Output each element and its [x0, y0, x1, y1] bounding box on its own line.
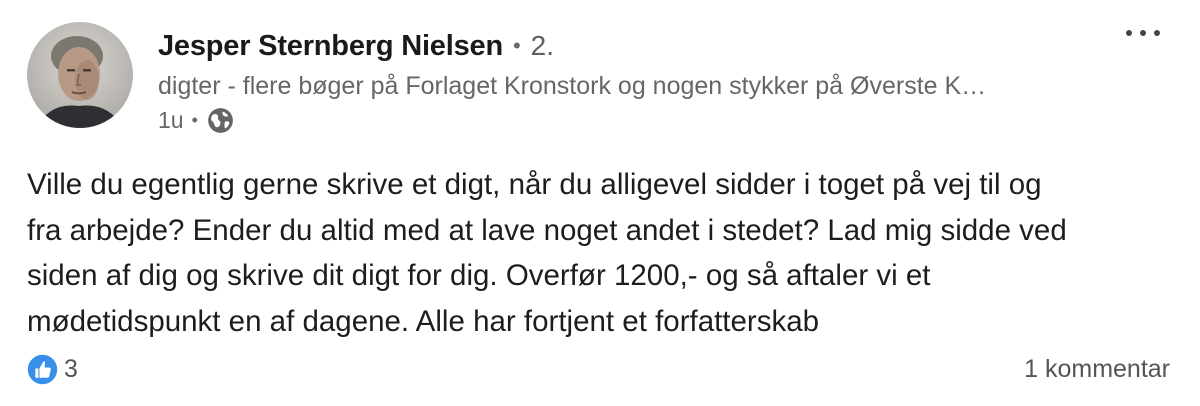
comments-count-link[interactable]: 1 kommentar	[1024, 352, 1170, 386]
connection-degree: 2.	[530, 30, 555, 61]
post-body: Ville du egentlig gerne skrive et digt, …	[27, 162, 1177, 344]
more-options-button[interactable]	[1126, 22, 1160, 44]
feed-post: Jesper Sternberg Nielsen • 2. digter - f…	[0, 0, 1200, 406]
post-body-line: siden af dig og skrive dit digt for dig.…	[27, 259, 931, 292]
globe-icon	[207, 107, 234, 134]
avatar[interactable]	[27, 22, 133, 128]
post-body-line: Ville du egentlig gerne skrive et digt, …	[27, 168, 1042, 201]
reaction-count: 3	[64, 354, 78, 383]
post-body-line: fra arbejde? Ender du altid med at lave …	[27, 213, 1067, 247]
separator-dot: •	[512, 33, 521, 58]
post-body-line: mødetidspunkt en af dagene. Alle har for…	[27, 304, 820, 338]
author-headline: digter - flere bøger på Forlaget Kronsto…	[158, 72, 987, 100]
post-time[interactable]: 1u	[158, 107, 184, 134]
author-name[interactable]: Jesper Sternberg Nielsen	[158, 30, 503, 63]
separator-dot: •	[191, 109, 198, 130]
reactions-summary[interactable]: 3	[26, 352, 78, 386]
post-meta: 1u •	[158, 104, 234, 136]
avatar-photo	[27, 22, 133, 128]
like-icon	[26, 352, 59, 386]
ellipsis-icon	[1126, 30, 1132, 36]
author-row: Jesper Sternberg Nielsen • 2.	[158, 26, 554, 66]
